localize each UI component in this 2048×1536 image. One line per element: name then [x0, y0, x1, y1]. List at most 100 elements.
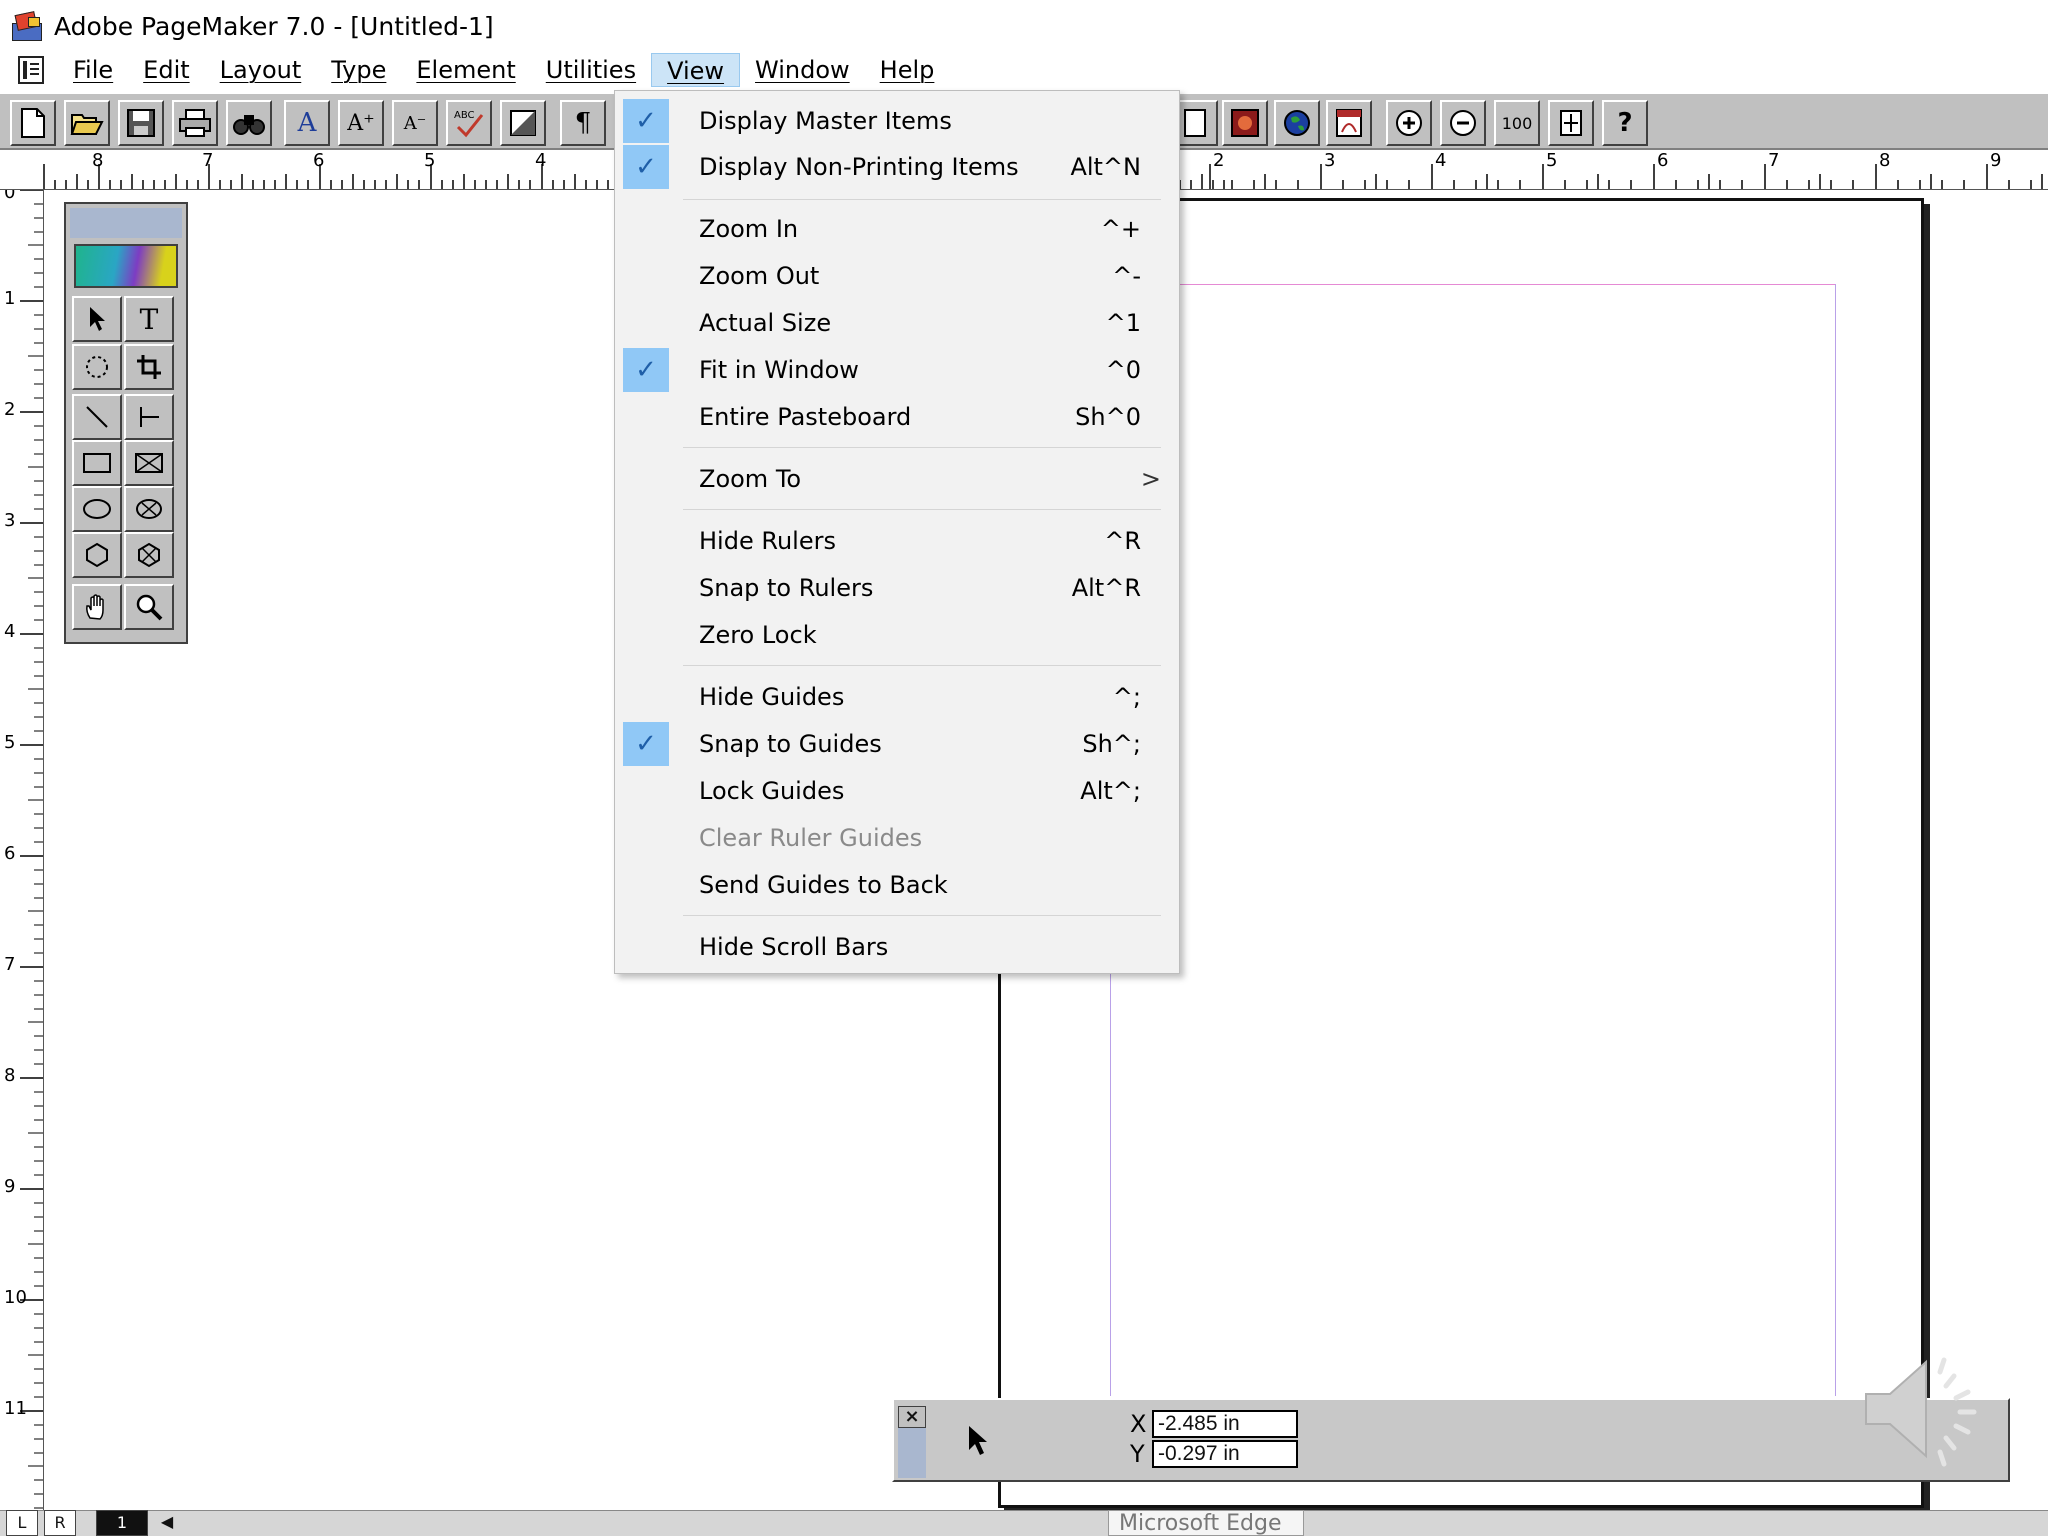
pdf-icon[interactable]	[1326, 100, 1372, 146]
image-icon[interactable]	[1222, 100, 1268, 146]
menu-item-display-non-printing-items[interactable]: ✓ Display Non-Printing Items Alt^N	[623, 145, 1171, 189]
zoom-tool-icon[interactable]	[124, 584, 174, 630]
control-palette: × X -2.485 in Y -0.297 in	[892, 1398, 2010, 1482]
hruler-label: 6	[1657, 150, 1669, 171]
spelling-icon[interactable]: ABC	[446, 100, 492, 146]
polygon-frame-tool-icon[interactable]	[124, 532, 174, 578]
save-icon[interactable]	[118, 100, 164, 146]
vertical-ruler[interactable]: 0 1 2 3 4 5 6 7 8 9 10 11	[0, 190, 44, 1520]
menu-item-zoom-out[interactable]: Zoom Out ^-	[623, 254, 1171, 298]
menu-item-fit-in-window[interactable]: ✓ Fit in Window ^0	[623, 348, 1171, 392]
vruler-label: 9	[4, 1176, 16, 1197]
font-icon[interactable]: A	[284, 100, 330, 146]
menu-help[interactable]: Help	[865, 53, 950, 87]
vruler-label: 11	[4, 1398, 27, 1419]
paragraph-icon[interactable]: ¶	[560, 100, 606, 146]
menu-item-label: Display Non-Printing Items	[699, 153, 1019, 181]
menu-item-shortcut: Sh^0	[1075, 403, 1141, 431]
menu-edit[interactable]: Edit	[128, 53, 204, 87]
menu-item-entire-pasteboard[interactable]: Entire Pasteboard Sh^0	[623, 395, 1171, 439]
rectangle-tool-icon[interactable]	[72, 440, 122, 486]
left-master-page-tab[interactable]: L	[6, 1510, 38, 1536]
toolbox-palette: T	[64, 202, 188, 644]
constrained-line-tool-icon[interactable]	[124, 394, 174, 440]
rotate-tool-icon[interactable]	[72, 344, 122, 390]
help-icon[interactable]: ?	[1602, 100, 1648, 146]
menu-item-shortcut: ^1	[1105, 309, 1141, 337]
toolbox-title-bar[interactable]	[70, 208, 182, 238]
fill-icon[interactable]	[500, 100, 546, 146]
ellipse-tool-icon[interactable]	[72, 486, 122, 532]
menu-item-label: Snap to Guides	[699, 730, 882, 758]
document-control-icon[interactable]	[18, 56, 44, 84]
hand-tool-icon[interactable]	[72, 584, 122, 630]
menu-item-label: Zoom Out	[699, 262, 820, 290]
hruler-label: 4	[1435, 150, 1447, 171]
menu-item-snap-to-guides[interactable]: ✓ Snap to Guides Sh^;	[623, 722, 1171, 766]
zoom-out-icon[interactable]	[1440, 100, 1486, 146]
scroll-left-arrow-icon[interactable]: ◀	[152, 1510, 182, 1536]
new-icon[interactable]	[10, 100, 56, 146]
hruler-label: 2	[1213, 150, 1225, 171]
font-size-down-icon[interactable]: A⁻	[392, 100, 438, 146]
menu-item-snap-to-rulers[interactable]: Snap to Rulers Alt^R	[623, 566, 1171, 610]
menu-item-zero-lock[interactable]: Zero Lock	[623, 613, 1171, 657]
menu-item-actual-size[interactable]: Actual Size ^1	[623, 301, 1171, 345]
vruler-label: 8	[4, 1065, 16, 1086]
menu-item-display-master-items[interactable]: ✓ Display Master Items	[623, 99, 1171, 143]
hruler-label: 4	[535, 150, 547, 171]
text-tool-icon[interactable]: T	[124, 296, 174, 342]
margin-guide-right	[1835, 284, 1836, 1396]
menu-item-hide-guides[interactable]: Hide Guides ^;	[623, 675, 1171, 719]
view-menu-dropdown: ✓ Display Master Items ✓ Display Non-Pri…	[614, 90, 1180, 974]
menu-layout[interactable]: Layout	[205, 53, 317, 87]
y-coordinate-label: Y	[1130, 1440, 1145, 1468]
pointer-proxy-icon[interactable]	[966, 1424, 990, 1466]
menu-view[interactable]: View	[651, 53, 741, 87]
page-1-tab[interactable]: 1	[96, 1510, 148, 1536]
zoom-in-icon[interactable]	[1386, 100, 1432, 146]
menu-item-label: Hide Guides	[699, 683, 845, 711]
actual-size-icon[interactable]: 100	[1494, 100, 1540, 146]
x-coordinate-field[interactable]: -2.485 in	[1152, 1410, 1298, 1438]
submenu-arrow-icon: >	[1140, 465, 1161, 493]
hruler-label: 7	[1768, 150, 1780, 171]
right-master-page-tab[interactable]: R	[44, 1510, 76, 1536]
font-size-up-icon[interactable]: A⁺	[338, 100, 384, 146]
menu-item-hide-rulers[interactable]: Hide Rulers ^R	[623, 519, 1171, 563]
polygon-tool-icon[interactable]	[72, 532, 122, 578]
y-coordinate-field[interactable]: -0.297 in	[1152, 1440, 1298, 1468]
find-icon[interactable]	[226, 100, 272, 146]
x-coordinate-label: X	[1130, 1410, 1147, 1438]
menu-utilities[interactable]: Utilities	[531, 53, 651, 87]
menu-item-send-guides-to-back[interactable]: Send Guides to Back	[623, 863, 1171, 907]
menu-window[interactable]: Window	[740, 53, 865, 87]
menu-element[interactable]: Element	[401, 53, 530, 87]
line-tool-icon[interactable]	[72, 394, 122, 440]
vruler-label: 5	[4, 732, 16, 753]
menu-item-zoom-in[interactable]: Zoom In ^+	[623, 207, 1171, 251]
hruler-label: 8	[1879, 150, 1891, 171]
pointer-tool-icon[interactable]	[72, 296, 122, 342]
menu-type[interactable]: Type	[316, 53, 401, 87]
menu-file[interactable]: File	[58, 53, 128, 87]
print-icon[interactable]	[172, 100, 218, 146]
menu-item-shortcut: ^0	[1105, 356, 1141, 384]
ellipse-frame-tool-icon[interactable]	[124, 486, 174, 532]
margin-guide-top	[1110, 284, 1836, 285]
menu-item-lock-guides[interactable]: Lock Guides Alt^;	[623, 769, 1171, 813]
menu-item-zoom-to[interactable]: Zoom To >	[623, 457, 1171, 501]
rectangle-frame-tool-icon[interactable]	[124, 440, 174, 486]
crop-tool-icon[interactable]	[124, 344, 174, 390]
color-swatch-icon[interactable]	[74, 244, 178, 288]
pagemaker-app-icon[interactable]	[10, 9, 44, 43]
check-icon: ✓	[623, 722, 669, 766]
fit-page-icon[interactable]	[1548, 100, 1594, 146]
menu-item-hide-scroll-bars[interactable]: Hide Scroll Bars	[623, 925, 1171, 969]
menu-item-shortcut: Sh^;	[1082, 730, 1141, 758]
vruler-label: 4	[4, 621, 16, 642]
web-icon[interactable]	[1274, 100, 1320, 146]
open-icon[interactable]	[64, 100, 110, 146]
check-icon: ✓	[623, 348, 669, 392]
palette-close-button[interactable]: ×	[898, 1406, 926, 1428]
